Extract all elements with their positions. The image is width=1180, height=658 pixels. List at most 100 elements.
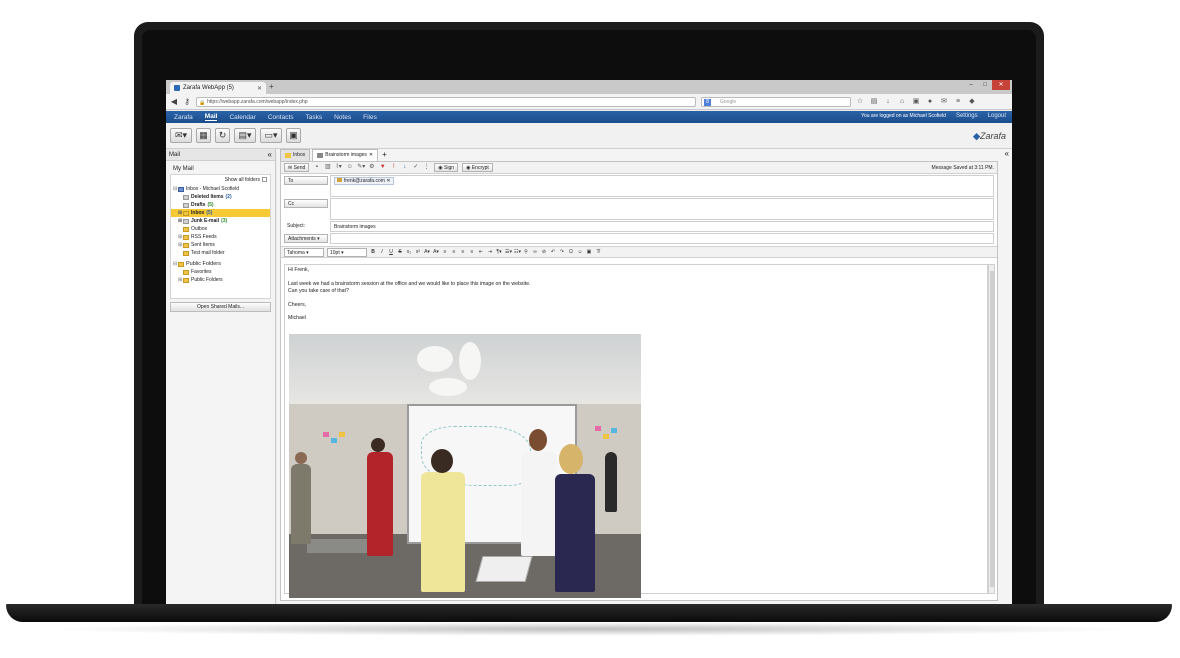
flag-icon[interactable]: ▼ [379, 164, 386, 171]
attach-icon[interactable]: ⌇▾ [335, 164, 342, 171]
size-select[interactable]: 10pt ▾ [327, 247, 367, 257]
italic-icon[interactable]: I [379, 248, 385, 256]
font-color-icon[interactable]: A▾ [424, 248, 430, 256]
highlight-icon[interactable]: A▾ [433, 248, 439, 256]
folder-drafts[interactable]: Drafts (5) [171, 201, 270, 209]
folder-outbox[interactable]: Outbox [171, 225, 270, 233]
save-icon[interactable]: ▪ [313, 164, 320, 171]
home-icon[interactable]: ⌂ [898, 97, 906, 106]
menu-icon[interactable]: ≡ [954, 97, 962, 106]
logout-link[interactable]: Logout [988, 113, 1006, 119]
folder-favorites[interactable]: Favorites [171, 268, 270, 276]
view-button[interactable]: ▭▾ [260, 128, 282, 143]
delete-icon[interactable]: ▥ [324, 164, 331, 171]
new-tab-icon[interactable]: + [269, 82, 274, 91]
attachments-button[interactable]: Attachments ▾ [284, 234, 328, 243]
align-left-icon[interactable]: ≡ [442, 248, 448, 256]
subscript-icon[interactable]: x₂ [406, 248, 412, 256]
extension-icon[interactable]: ◆ [968, 97, 976, 106]
folder-inbox[interactable]: ⊞ Inbox (5) [171, 209, 270, 217]
back-icon[interactable]: ◀ [169, 97, 179, 107]
subject-field[interactable]: Brainstorm images [330, 221, 994, 232]
addon-icon[interactable]: ✉ [940, 97, 948, 106]
special-char-icon[interactable]: Ω [568, 248, 574, 256]
screenshot-icon[interactable]: ▣ [912, 97, 920, 106]
number-list-icon[interactable]: ☷▾ [514, 248, 521, 256]
justify-icon[interactable]: ≡ [469, 248, 475, 256]
align-center-icon[interactable]: ≡ [451, 248, 457, 256]
close-tab-icon[interactable]: ✕ [369, 150, 373, 161]
address-field[interactable]: 🔒 https://webapp.zarafa.com/webapp/index… [196, 97, 696, 107]
nav-calendar[interactable]: Calendar [229, 114, 255, 121]
show-all-checkbox[interactable] [262, 177, 267, 183]
print-button[interactable]: ▤▾ [234, 128, 256, 143]
folder-junk[interactable]: ⊞ Junk E-mail (3) [171, 217, 270, 225]
paragraph-icon[interactable]: ¶▾ [496, 248, 502, 256]
clear-format-icon[interactable]: T̸ [595, 248, 601, 256]
tab-inbox[interactable]: Inbox [280, 149, 311, 161]
folder-public-root[interactable]: ⊟ Public Folders [171, 260, 270, 268]
bookmark-star-icon[interactable]: ☆ [856, 97, 864, 106]
options-icon[interactable]: ⚙ [368, 164, 375, 171]
nav-contacts[interactable]: Contacts [268, 114, 294, 121]
nav-tasks[interactable]: Tasks [306, 114, 323, 121]
minimize-icon[interactable]: – [964, 80, 978, 90]
window-close-icon[interactable]: ✕ [992, 80, 1010, 90]
record-icon[interactable]: ● [926, 97, 934, 106]
nav-zarafa[interactable]: Zarafa [174, 114, 193, 121]
cc-field[interactable] [330, 198, 994, 220]
link-icon[interactable]: ∞ [532, 248, 538, 256]
undo-icon[interactable]: ↶ [550, 248, 556, 256]
emoticon-icon[interactable]: ☺ [577, 248, 583, 256]
superscript-icon[interactable]: x² [415, 248, 421, 256]
read-receipt-icon[interactable]: ✓ [412, 164, 419, 171]
bullet-list-icon[interactable]: ☰▾ [505, 248, 512, 256]
nav-mail[interactable]: Mail [204, 113, 218, 121]
encrypt-button[interactable]: ◉ Encrypt [462, 163, 493, 172]
settings-link[interactable]: Settings [956, 113, 978, 119]
to-button[interactable]: To [284, 176, 328, 185]
to-field[interactable]: frenk@zarafa.com ✕ [330, 175, 994, 197]
folder-sent[interactable]: ⊞ Sent Items [171, 241, 270, 249]
check-names-icon[interactable]: ☺ [346, 164, 353, 171]
remove-recipient-icon[interactable]: ✕ [386, 178, 390, 184]
bold-icon[interactable]: B [370, 248, 376, 256]
add-tab-icon[interactable]: + [380, 149, 387, 161]
contact-card-button[interactable]: ▣ [286, 128, 301, 143]
maximize-icon[interactable]: □ [978, 80, 992, 90]
attachments-field[interactable] [330, 233, 994, 244]
browser-tab[interactable]: Zarafa WebApp (5) ✕ [170, 82, 266, 94]
address-book-button[interactable]: ▦ [196, 128, 211, 143]
download-icon[interactable]: ↓ [884, 97, 892, 106]
font-select[interactable]: Tahoma ▾ [284, 247, 324, 257]
align-right-icon[interactable]: ≡ [460, 248, 466, 256]
folder-root[interactable]: ⊟ Inbox - Michael Scofield [171, 185, 270, 193]
strikethrough-icon[interactable]: S [397, 248, 403, 256]
signature-icon[interactable]: ✎▾ [357, 164, 365, 171]
search-input[interactable]: 8 Google [701, 97, 851, 107]
find-icon[interactable]: ⚲ [523, 248, 529, 256]
show-all-folders[interactable]: Show all folders [171, 175, 270, 185]
more-icon[interactable]: ⋮ [423, 164, 430, 171]
refresh-button[interactable]: ↻ [215, 128, 230, 143]
body-scrollbar[interactable] [988, 264, 995, 594]
redo-icon[interactable]: ↷ [559, 248, 565, 256]
message-body[interactable]: Hi Frenk, Last week we had a brainstorm … [284, 264, 988, 598]
nav-notes[interactable]: Notes [334, 114, 351, 121]
recipient-chip[interactable]: frenk@zarafa.com ✕ [334, 177, 394, 185]
send-button[interactable]: ✉ Send [284, 163, 310, 172]
low-priority-icon[interactable]: ↓ [401, 164, 408, 171]
sign-button[interactable]: ◉ Sign [434, 163, 459, 172]
key-icon[interactable]: ⚷ [182, 97, 192, 107]
collapse-left-icon[interactable]: « [268, 149, 272, 161]
clipboard-icon[interactable]: ▤ [870, 97, 878, 106]
folder-test[interactable]: Test mail folder [171, 249, 270, 257]
scroll-thumb[interactable] [990, 271, 994, 587]
indent-icon[interactable]: ⇥ [487, 248, 493, 256]
outdent-icon[interactable]: ⇤ [478, 248, 484, 256]
tab-brainstorm[interactable]: Brainstorm images ✕ [312, 149, 379, 161]
folder-public[interactable]: ⊞ Public Folders [171, 276, 270, 284]
underline-icon[interactable]: U [388, 248, 394, 256]
new-mail-button[interactable]: ✉▾ [170, 128, 192, 143]
nav-files[interactable]: Files [363, 114, 377, 121]
